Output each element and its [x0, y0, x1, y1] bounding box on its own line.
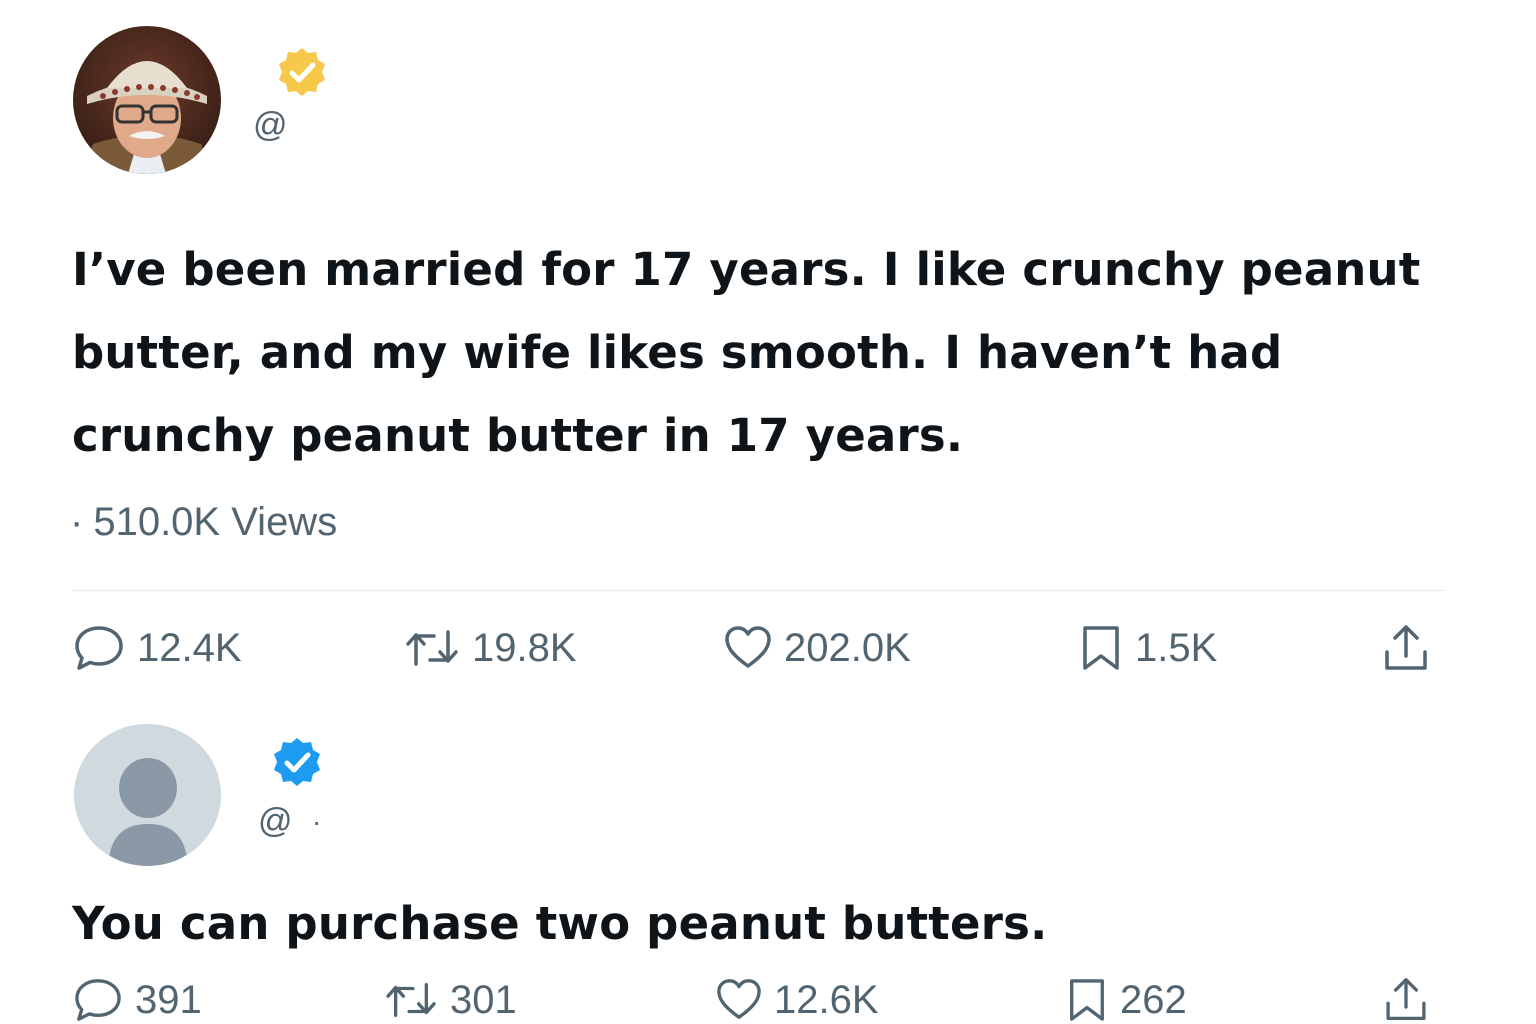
user-handle[interactable]: @ [258, 804, 293, 838]
share-icon [1386, 978, 1426, 1020]
retweet-button[interactable]: 19.8K [404, 624, 577, 672]
share-icon [1385, 625, 1427, 670]
share-button[interactable] [1382, 975, 1430, 1024]
heart-icon [725, 626, 771, 668]
heart-icon [717, 979, 761, 1019]
retweet-count: 19.8K [472, 626, 577, 670]
reply-count: 12.4K [137, 626, 242, 670]
verified-badge-blue-icon [271, 736, 323, 788]
bookmark-button[interactable]: 1.5K [1079, 624, 1217, 672]
retweet-icon [386, 982, 436, 1018]
bookmark-count: 262 [1120, 978, 1187, 1022]
bookmark-icon [1070, 979, 1104, 1021]
reply-icon [75, 626, 123, 670]
like-count: 202.0K [784, 626, 911, 670]
verified-badge-gold-icon [276, 46, 328, 98]
like-button[interactable]: 12.6K [716, 977, 879, 1023]
default-avatar-icon [74, 724, 221, 866]
handle-separator: · [312, 806, 322, 837]
like-count: 12.6K [774, 978, 879, 1022]
reply-button[interactable]: 391 [73, 977, 202, 1023]
view-count: · 510.0K Views [70, 502, 337, 542]
bookmark-button[interactable]: 262 [1066, 977, 1187, 1023]
user-photo-avatar-icon [73, 26, 221, 174]
views-separator: · [70, 500, 84, 544]
views-label: 510.0K Views [93, 500, 338, 544]
reply-count: 391 [135, 978, 202, 1022]
retweet-count: 301 [450, 978, 517, 1022]
tweet-text: I’ve been married for 17 years. I like c… [72, 243, 1421, 462]
user-handle[interactable]: @ [253, 108, 288, 142]
divider [72, 590, 1444, 591]
share-button[interactable] [1382, 622, 1430, 674]
avatar[interactable] [74, 724, 221, 866]
reply-button[interactable]: 12.4K [73, 624, 242, 672]
avatar[interactable] [73, 26, 221, 174]
reply-icon [75, 979, 121, 1021]
retweet-button[interactable]: 301 [384, 977, 517, 1023]
like-button[interactable]: 202.0K [724, 624, 911, 672]
bookmark-count: 1.5K [1135, 626, 1218, 670]
bookmark-icon [1083, 626, 1119, 670]
retweet-icon [406, 630, 458, 666]
tweet-text: You can purchase two peanut butters. [72, 897, 1048, 950]
